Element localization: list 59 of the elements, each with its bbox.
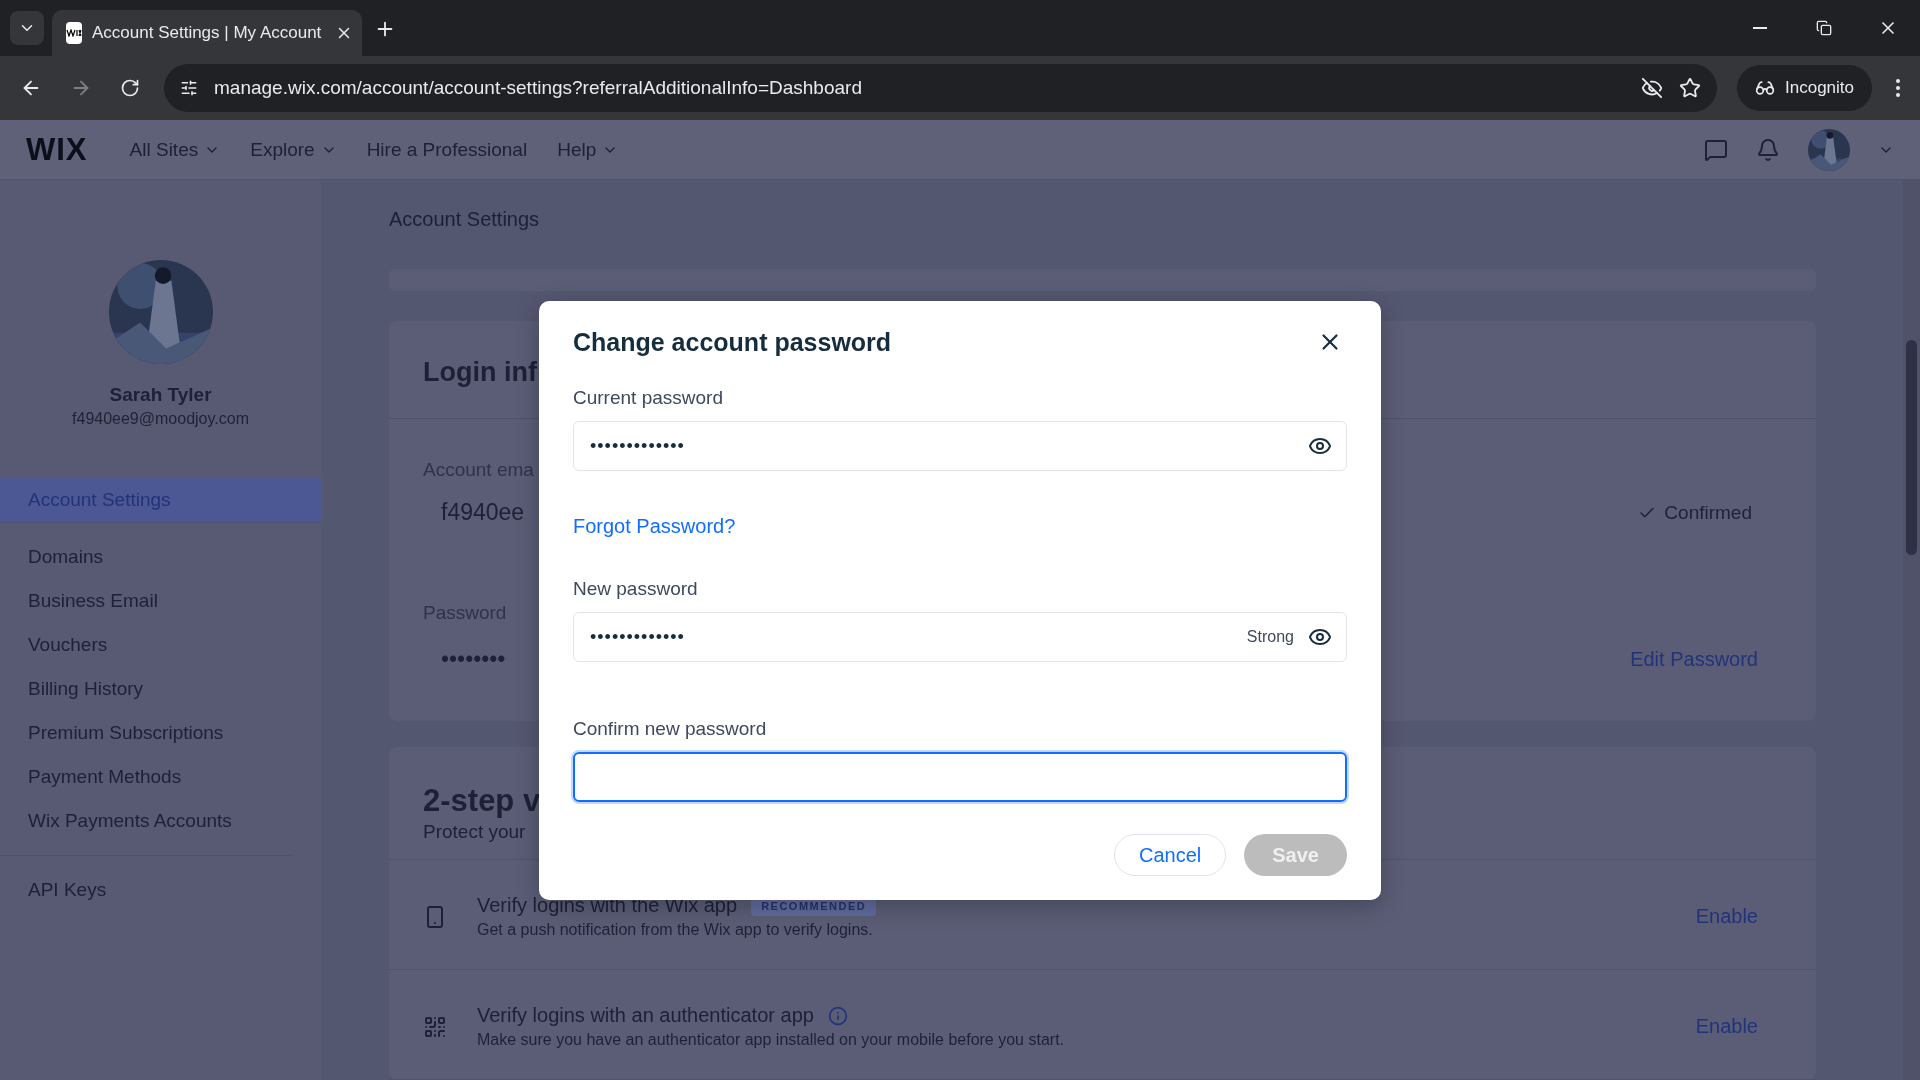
method-title: Verify logins with an authenticator app — [477, 1004, 814, 1027]
notifications-icon[interactable] — [1756, 137, 1780, 162]
sidebar-item[interactable]: Domains — [0, 535, 291, 579]
nav-menu-item[interactable]: Explore — [250, 138, 337, 161]
password-field[interactable]: ••••••••••••• — [573, 421, 1347, 471]
qr-code-icon — [423, 1014, 447, 1039]
scrollbar[interactable] — [1903, 180, 1920, 1080]
password-field[interactable]: ••••••••••••• Strong — [573, 612, 1347, 662]
forgot-password-link[interactable]: Forgot Password? — [573, 515, 736, 538]
logo[interactable]: WIX — [26, 131, 88, 168]
eye-off-icon[interactable] — [1641, 77, 1663, 99]
field-label: New password — [573, 578, 698, 600]
field-label: Current password — [573, 387, 723, 409]
menu-icon — [1896, 79, 1900, 97]
minimize-icon — [1753, 27, 1767, 29]
password-value: ••••••••••••• — [590, 435, 685, 456]
profile-email: f4940ee9@moodjoy.com — [72, 410, 249, 428]
dialog-title: Change account password — [573, 327, 892, 357]
glasses-icon — [1755, 78, 1775, 98]
status-text: Confirmed — [1664, 501, 1752, 524]
email-value: f4940ee — [440, 499, 525, 526]
chat-icon[interactable] — [1704, 137, 1728, 162]
method-description: Get a push notification from the Wix app to verify logins. — [477, 921, 873, 939]
profile-name: Sarah Tyler — [109, 384, 212, 406]
bookmark-star-icon[interactable] — [1679, 77, 1701, 99]
incognito-indicator[interactable]: Incognito — [1737, 65, 1872, 111]
sidebar-item[interactable]: Business Email — [0, 579, 291, 623]
sidebar-item[interactable]: Vouchers — [0, 623, 291, 667]
password-value: ••••••••••••• — [590, 626, 685, 647]
restore-icon — [1816, 20, 1832, 36]
page-title: Account Settings — [389, 208, 540, 231]
reload-icon — [120, 78, 140, 98]
site-info-icon[interactable] — [180, 79, 198, 97]
tab-list-button[interactable] — [10, 11, 44, 45]
nav-menu-item[interactable]: All Sites — [129, 138, 221, 161]
cancel-button[interactable]: Cancel — [1114, 834, 1227, 876]
sidebar-item[interactable]: Wix Payments Accounts — [0, 799, 291, 843]
tab-title: Account Settings | My Account — [92, 23, 322, 43]
enable-button[interactable]: Enable — [1683, 1009, 1770, 1044]
password-value: •••••••• — [440, 646, 506, 673]
url-text: manage.wix.com/account/account-settings?referralAdditionalInfo=Dashboard — [214, 77, 863, 99]
method-description: Make sure you have an authenticator app installed on your mobile before you start. — [477, 1031, 1064, 1049]
edit-password-button[interactable]: Edit Password — [1618, 642, 1770, 677]
enable-button[interactable]: Enable — [1683, 899, 1770, 934]
browser-tab[interactable]: Account Settings | My Account — [52, 10, 362, 56]
site-favicon-icon — [66, 22, 82, 44]
sidebar-item[interactable]: Payment Methods — [0, 755, 291, 799]
sidebar-item[interactable]: API Keys — [0, 868, 291, 912]
field-label: Confirm new password — [573, 718, 767, 740]
strength-label: Strong — [1246, 628, 1294, 646]
card-title: 2-step v — [423, 783, 541, 819]
sidebar-item[interactable]: Billing History — [0, 667, 291, 711]
address-bar[interactable]: manage.wix.com/account/account-settings?referralAdditionalInfo=Dashboard — [164, 64, 1717, 112]
card-title: Login inf — [423, 357, 537, 388]
sidebar-item[interactable]: Premium Subscriptions — [0, 711, 291, 755]
card-subtitle: Protect your — [423, 821, 526, 843]
nav-menu-item[interactable]: Hire a Professional — [366, 138, 528, 161]
password-field[interactable] — [573, 752, 1347, 802]
nav-menu-item[interactable]: Help — [557, 138, 619, 161]
